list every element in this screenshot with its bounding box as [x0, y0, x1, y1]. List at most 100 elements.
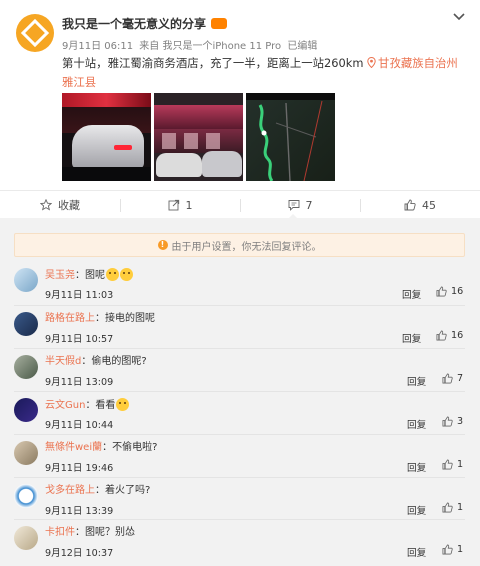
comment-like-count: 16: [451, 330, 464, 341]
star-icon: [40, 199, 52, 211]
reply-button[interactable]: 回复: [407, 417, 426, 431]
post-edited[interactable]: 已编辑: [287, 41, 317, 52]
emoji-icon: [116, 398, 130, 411]
comment-time: 9月11日 19:46: [45, 463, 114, 474]
reply-button[interactable]: 回复: [407, 374, 426, 388]
post-action-bar: 收藏 1 7 45: [0, 190, 480, 218]
comment-body: ：着火了吗?: [95, 485, 151, 496]
comment-like-count: 3: [457, 416, 464, 427]
thumbs-up-icon: [404, 199, 416, 211]
thumbs-up-icon: [436, 330, 451, 341]
comment-text: 吴玉尧：图呢: [45, 268, 133, 282]
thumbs-up-icon: [442, 502, 457, 513]
comment-like-count: 1: [457, 544, 464, 555]
reply-button[interactable]: 回复: [407, 503, 426, 517]
commenter-name[interactable]: 云文Gun: [45, 400, 85, 411]
post-source: 来自 我只是一个iPhone 11 Pro: [139, 41, 282, 52]
like-button[interactable]: 45: [360, 191, 480, 219]
comment-item: 吴玉尧：图呢 9月11日 11:03 回复 16: [14, 264, 465, 306]
repost-count: 1: [185, 198, 193, 212]
author-name[interactable]: 我只是一个毫无意义的分享: [62, 17, 206, 31]
commenter-avatar[interactable]: [14, 484, 38, 508]
post-body: 第十站，雅江蜀渝商务酒店，充了一半，距离上一站260km: [62, 56, 364, 70]
reply-button[interactable]: 回复: [407, 545, 426, 559]
photo-thumbnail-3-map[interactable]: [246, 93, 335, 181]
comment-like-count: 16: [451, 286, 464, 297]
comment-body: ：图呢？别怂: [75, 527, 135, 538]
comment-divider: [14, 391, 465, 392]
commenter-avatar[interactable]: [14, 526, 38, 550]
avatar-logo: [20, 18, 50, 48]
comment-body: ：看看: [85, 400, 116, 411]
comment-like-button[interactable]: 16: [436, 286, 463, 297]
thumbs-up-icon: [442, 373, 457, 384]
commenter-name[interactable]: 卡扣件: [45, 527, 75, 538]
comment-text: 無條件wei蘭：不偷电啦?: [45, 441, 157, 454]
comment-time: 9月12日 10:37: [45, 548, 114, 559]
comment-divider: [14, 477, 465, 478]
comment-item: 卡扣件：图呢？别怂 9月12日 10:37 回复 1: [14, 522, 465, 564]
notice-text: 由于用户设置，你无法回复评论。: [171, 241, 322, 253]
favorite-label: 收藏: [58, 199, 80, 212]
comment-like-button[interactable]: 1: [442, 502, 463, 513]
comment-like-count: 7: [457, 373, 464, 384]
comment-icon: [288, 200, 299, 211]
vip-badge-icon: [211, 18, 228, 29]
commenter-avatar[interactable]: [14, 312, 38, 336]
commenter-name[interactable]: 吴玉尧: [45, 270, 75, 281]
commenter-avatar[interactable]: [14, 441, 38, 465]
comment-item: 云文Gun：看看 9月11日 10:44 回复 3: [14, 394, 465, 436]
comment-text: 云文Gun：看看: [45, 398, 130, 412]
photo-thumbnail-1[interactable]: [62, 93, 151, 181]
commenter-name[interactable]: 路格在路上: [45, 313, 95, 324]
reply-button[interactable]: 回复: [407, 460, 426, 474]
comment-like-button[interactable]: 1: [442, 459, 463, 470]
comment-time: 9月11日 13:09: [45, 377, 114, 388]
comment-body: ：不偷电啦?: [102, 442, 158, 453]
reply-restricted-notice: ! 由于用户设置，你无法回复评论。: [14, 233, 465, 257]
comment-divider: [14, 434, 465, 435]
comment-count: 7: [305, 198, 313, 212]
comment-item: 路格在路上：接电的图呢 9月11日 10:57 回复 16: [14, 308, 465, 350]
repost-icon: [168, 199, 179, 211]
favorite-button[interactable]: 收藏: [0, 191, 120, 219]
thumbs-up-icon: [436, 286, 451, 297]
comment-like-count: 1: [457, 502, 464, 513]
comment-body: ：图呢: [75, 270, 105, 281]
thumbs-up-icon: [442, 416, 457, 427]
comment-divider: [14, 519, 465, 520]
thumbs-up-icon: [442, 459, 457, 470]
repost-button[interactable]: 1: [120, 191, 240, 219]
like-count: 45: [422, 198, 436, 212]
commenter-avatar[interactable]: [14, 268, 38, 292]
comment-item: 戈多在路上：着火了吗? 9月11日 13:39 回复 1: [14, 480, 465, 522]
comment-panel-caret: [288, 214, 298, 219]
comment-item: 無條件wei蘭：不偷电啦? 9月11日 19:46 回复 1: [14, 437, 465, 479]
comment-text: 戈多在路上：着火了吗?: [45, 484, 150, 497]
reply-button[interactable]: 回复: [402, 287, 421, 301]
post-time[interactable]: 9月11日 06:11: [62, 41, 133, 52]
commenter-name[interactable]: 戈多在路上: [45, 485, 95, 496]
weibo-post-card: 我只是一个毫无意义的分享 9月11日 06:11 来自 我只是一个iPhone …: [0, 0, 480, 218]
comment-like-button[interactable]: 3: [442, 416, 463, 427]
comment-like-button[interactable]: 16: [436, 330, 463, 341]
warning-icon: !: [157, 240, 168, 250]
thumbs-up-icon: [442, 544, 457, 555]
author-avatar[interactable]: [16, 14, 54, 52]
chevron-down-icon[interactable]: [450, 9, 468, 25]
comment-button[interactable]: 7: [240, 191, 360, 219]
comment-body: ：接电的图呢: [95, 313, 155, 324]
commenter-avatar[interactable]: [14, 355, 38, 379]
comment-divider: [14, 305, 465, 306]
comment-like-button[interactable]: 1: [442, 544, 463, 555]
commenter-name[interactable]: 無條件wei蘭: [45, 442, 102, 453]
commenter-name[interactable]: 半天假d: [45, 356, 81, 367]
reply-button[interactable]: 回复: [402, 331, 421, 345]
comment-text: 路格在路上：接电的图呢: [45, 312, 155, 325]
comment-like-button[interactable]: 7: [442, 373, 463, 384]
emoji-icon: [106, 268, 119, 281]
commenter-avatar[interactable]: [14, 398, 38, 422]
photo-thumbnail-2[interactable]: [154, 93, 243, 181]
author-name-row: 我只是一个毫无意义的分享: [62, 15, 228, 32]
comment-time: 9月11日 13:39: [45, 506, 114, 517]
